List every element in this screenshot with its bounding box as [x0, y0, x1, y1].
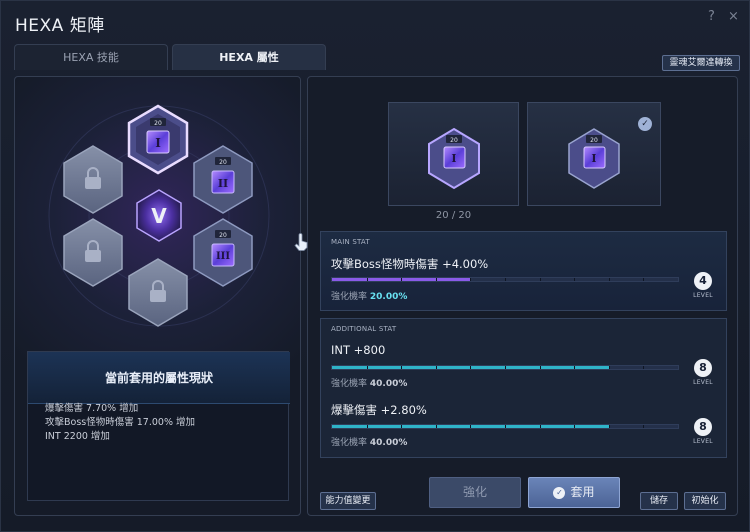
bar-segment-divider — [435, 278, 437, 281]
status-line: 爆擊傷害 7.70% 增加 — [45, 403, 139, 414]
enhance-button[interactable]: 強化 — [429, 477, 521, 508]
bar-segment-divider — [539, 366, 541, 369]
close-button[interactable]: × — [728, 9, 739, 24]
add-stat-2-rate: 強化機率 40.00% — [331, 435, 407, 448]
add-stat-1-rate: 強化機率 40.00% — [331, 376, 407, 389]
level-badge: 20 — [154, 120, 162, 127]
bar-segment-divider — [643, 366, 645, 369]
bar-segment-divider — [574, 278, 576, 281]
bar-segment-divider — [643, 278, 645, 281]
bar-segment-divider — [643, 425, 645, 428]
bar-segment-divider — [608, 366, 610, 369]
status-title: 當前套用的屬性現狀 — [28, 352, 290, 404]
bar-segment-divider — [470, 425, 472, 428]
current-core-card[interactable]: I 20 — [388, 102, 519, 206]
add-stat-2-text: 爆擊傷害 +2.80% — [331, 403, 427, 417]
level-number: 8 — [694, 359, 712, 377]
numeral-i: I — [591, 152, 596, 165]
save-button[interactable]: 儲存 — [640, 492, 678, 510]
bar-segment-divider — [366, 366, 368, 369]
bar-segment-divider — [574, 366, 576, 369]
bar-segment-divider — [505, 278, 506, 281]
bar-segment-divider — [505, 425, 506, 428]
hex-slot-iii[interactable]: III 20 — [193, 218, 253, 287]
level-label: LEVEL — [693, 292, 713, 299]
add-stat-2-progress-bar — [331, 424, 679, 429]
main-stat-section-label: MAIN STAT — [331, 238, 370, 246]
bar-segment-divider — [505, 366, 506, 369]
main-stat-progress-bar — [331, 277, 679, 282]
hand-cursor-icon — [294, 233, 308, 251]
level-badge: 20 — [219, 159, 227, 166]
add-stat-1-text: INT +800 — [331, 343, 386, 357]
bar-segment-divider — [401, 278, 403, 281]
hex-slot-i[interactable]: I 20 — [127, 104, 189, 175]
level-badge: 20 — [590, 137, 598, 144]
apply-button[interactable]: ✓ 套用 — [528, 477, 620, 508]
title-bar[interactable]: HEXA 矩陣 ? × — [1, 1, 750, 41]
additional-stat-box: ADDITIONAL STAT INT +800 強化機率 40.00% 8 L… — [320, 318, 727, 458]
bar-segment-divider — [435, 366, 437, 369]
add-stat-1-progress-bar — [331, 365, 679, 370]
numeral-iii: III — [216, 251, 230, 262]
status-line: INT 2200 增加 — [45, 431, 110, 442]
main-stat-box: MAIN STAT 攻擊Boss怪物時傷害 +4.00% 強化機率 20.00%… — [320, 231, 727, 311]
core-count-max: 20 — [458, 210, 472, 221]
core-count-current: 20 — [435, 210, 449, 221]
bar-segment-divider — [366, 278, 368, 281]
v-logo: V — [151, 204, 167, 228]
apply-label: 套用 — [570, 485, 595, 499]
numeral-i: I — [155, 136, 161, 150]
tab-hexa-stat[interactable]: HEXA 屬性 — [172, 44, 326, 70]
bar-segment-divider — [401, 425, 403, 428]
additional-stat-section-label: ADDITIONAL STAT — [331, 325, 397, 333]
numeral-ii: II — [218, 177, 228, 190]
hex-slot-locked-2[interactable] — [63, 218, 123, 287]
change-stat-button[interactable]: 能力值變更 — [320, 492, 376, 510]
rate-value: 40.00% — [369, 438, 408, 448]
bar-segment-divider — [574, 425, 576, 428]
hexa-matrix-window: HEXA 矩陣 ? × HEXA 技能 HEXA 屬性 靈魂艾爾達轉換 V I … — [0, 0, 750, 532]
hex-grid: V I 20 II 20 III 20 — [48, 104, 270, 327]
check-icon: ✓ — [553, 487, 566, 499]
bar-segment-divider — [539, 278, 541, 281]
rate-label: 強化機率 — [331, 438, 368, 448]
main-stat-rate: 強化機率 20.00% — [331, 289, 407, 302]
tab-hexa-skill[interactable]: HEXA 技能 — [14, 44, 168, 70]
help-button[interactable]: ? — [708, 9, 715, 24]
bar-segment-divider — [608, 425, 610, 428]
rate-value: 40.00% — [369, 379, 408, 389]
numeral-i: I — [451, 152, 456, 165]
main-stat-text: 攻擊Boss怪物時傷害 +4.00% — [331, 257, 489, 271]
bar-segment-divider — [608, 278, 610, 281]
bar-segment-divider — [470, 278, 472, 281]
bar-segment-divider — [539, 425, 541, 428]
check-icon: ✓ — [638, 117, 652, 131]
current-stat-status: 當前套用的屬性現狀 爆擊傷害 7.70% 增加 攻擊Boss怪物時傷害 17.0… — [27, 351, 290, 501]
core-count-separator: / — [451, 210, 456, 221]
bar-segment-divider — [470, 366, 472, 369]
window-title: HEXA 矩陣 — [15, 16, 105, 36]
center-core: V — [136, 189, 182, 242]
bar-segment-divider — [366, 425, 368, 428]
level-label: LEVEL — [693, 379, 713, 386]
rate-label: 強化機率 — [331, 292, 368, 302]
hex-slot-ii[interactable]: II 20 — [193, 145, 253, 214]
level-badge: 20 — [450, 137, 458, 144]
level-badge: 20 — [219, 232, 227, 239]
level-number: 4 — [694, 272, 712, 290]
hex-slot-locked-3[interactable] — [128, 258, 188, 327]
rate-value: 20.00% — [369, 292, 408, 302]
hex-slot-locked-1[interactable] — [63, 145, 123, 214]
rate-label: 強化機率 — [331, 379, 368, 389]
bar-segment-divider — [435, 425, 437, 428]
level-label: LEVEL — [693, 438, 713, 445]
reset-button[interactable]: 初始化 — [684, 492, 726, 510]
level-number: 8 — [694, 418, 712, 436]
status-line: 攻擊Boss怪物時傷害 17.00% 增加 — [45, 417, 195, 428]
core-count: 20 / 20 — [388, 210, 519, 221]
sol-erda-convert-button[interactable]: 靈魂艾爾達轉換 — [662, 55, 740, 71]
bar-segment-divider — [401, 366, 403, 369]
